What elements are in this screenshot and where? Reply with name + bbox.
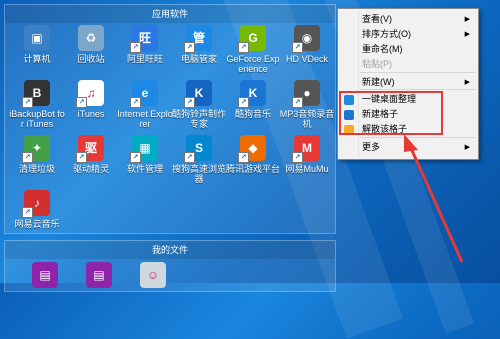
annotation-arrow-icon [404, 134, 464, 263]
